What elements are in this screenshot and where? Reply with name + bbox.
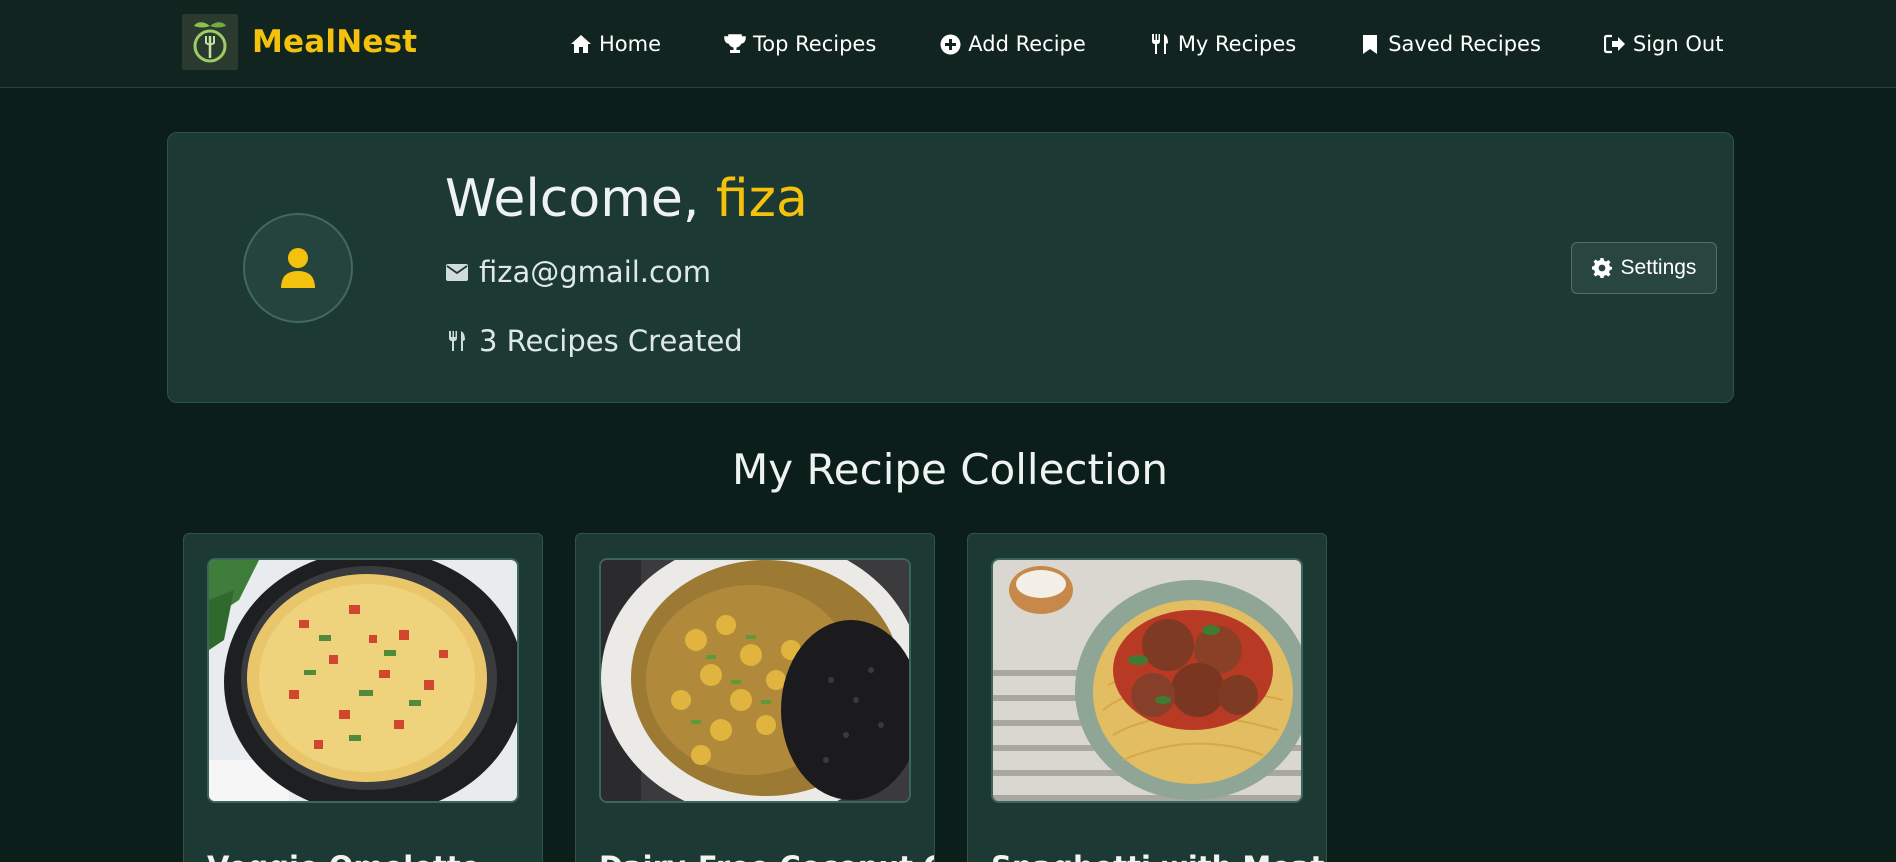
bookmark-icon bbox=[1359, 33, 1381, 55]
nav-home-label: Home bbox=[599, 32, 662, 56]
recipe-card-title[interactable]: Spaghetti with Meatballs bbox=[991, 850, 1326, 862]
envelope-icon bbox=[445, 263, 469, 281]
recipe-card[interactable]: Dairy-Free Coconut Chickpea Curry bbox=[575, 533, 935, 862]
email-row: fiza@gmail.com bbox=[445, 255, 711, 289]
recipe-card[interactable]: Veggie Omelette bbox=[183, 533, 543, 862]
top-navbar: MealNest Home Top Recipes Add Recipe My … bbox=[0, 0, 1896, 88]
omelette-photo[interactable] bbox=[207, 558, 519, 803]
nav-sign-out-label: Sign Out bbox=[1632, 32, 1724, 56]
nav-saved-recipes[interactable]: Saved Recipes bbox=[1359, 32, 1541, 56]
chickpea-curry-photo[interactable] bbox=[599, 558, 911, 803]
trophy-icon bbox=[724, 33, 746, 55]
nav-add-recipe-label: Add Recipe bbox=[968, 32, 1086, 56]
user-icon bbox=[281, 248, 315, 288]
settings-button[interactable]: Settings bbox=[1571, 242, 1717, 294]
user-email: fiza@gmail.com bbox=[479, 255, 711, 289]
nav-top-recipes-label: Top Recipes bbox=[753, 32, 877, 56]
utensils-icon bbox=[445, 329, 469, 353]
utensils-icon bbox=[1149, 33, 1171, 55]
spaghetti-meatballs-photo[interactable] bbox=[991, 558, 1303, 803]
nav-my-recipes-label: My Recipes bbox=[1177, 32, 1297, 56]
nav-add-recipe[interactable]: Add Recipe bbox=[939, 32, 1086, 56]
nav-sign-out[interactable]: Sign Out bbox=[1603, 32, 1724, 56]
collection-title: My Recipe Collection bbox=[732, 445, 1168, 494]
username: fiza bbox=[715, 169, 808, 229]
recipe-card-title[interactable]: Dairy-Free Coconut Chickpea Curry bbox=[599, 850, 934, 862]
brand-name: MealNest bbox=[252, 24, 418, 60]
recipes-created-count: 3 Recipes Created bbox=[479, 324, 743, 358]
settings-button-label: Settings bbox=[1620, 256, 1697, 279]
plus-circle-icon bbox=[939, 33, 961, 55]
welcome-greeting: Welcome, bbox=[445, 169, 716, 229]
avatar bbox=[243, 213, 353, 323]
nav-my-recipes[interactable]: My Recipes bbox=[1149, 32, 1296, 56]
home-icon bbox=[570, 33, 592, 55]
nav-home[interactable]: Home bbox=[570, 32, 661, 56]
mealnest-logo-icon bbox=[182, 14, 238, 70]
nav-links: Home Top Recipes Add Recipe My Recipes S… bbox=[570, 0, 1723, 88]
welcome-heading: Welcome, fiza bbox=[445, 169, 808, 229]
gear-icon bbox=[1591, 258, 1612, 278]
nav-saved-recipes-label: Saved Recipes bbox=[1388, 32, 1541, 56]
sign-out-icon bbox=[1603, 33, 1626, 55]
profile-card: Welcome, fiza fiza@gmail.com 3 Recipes C… bbox=[167, 132, 1734, 403]
brand-link[interactable]: MealNest bbox=[182, 14, 417, 70]
recipe-count-row: 3 Recipes Created bbox=[445, 324, 743, 358]
recipe-card-title[interactable]: Veggie Omelette bbox=[207, 850, 480, 862]
nav-top-recipes[interactable]: Top Recipes bbox=[724, 32, 876, 56]
recipe-card[interactable]: Spaghetti with Meatballs bbox=[967, 533, 1327, 862]
